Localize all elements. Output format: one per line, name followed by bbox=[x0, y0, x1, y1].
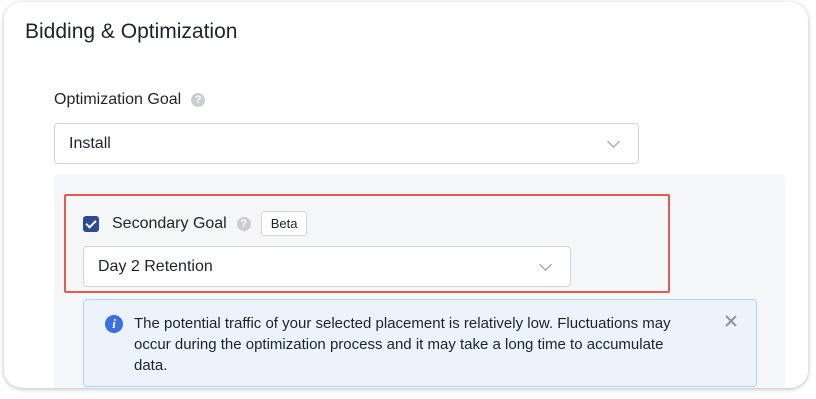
secondary-goal-checkbox[interactable] bbox=[83, 215, 99, 232]
low-traffic-alert: i The potential traffic of your selected… bbox=[83, 299, 757, 387]
secondary-goal-value: Day 2 Retention bbox=[98, 257, 213, 275]
checkmark-icon bbox=[85, 216, 97, 229]
secondary-goal-label: Secondary Goal bbox=[112, 214, 227, 232]
close-icon[interactable] bbox=[724, 314, 738, 328]
optimization-goal-label-text: Optimization Goal bbox=[54, 91, 182, 108]
bidding-optimization-card: Bidding & Optimization Optimization Goal… bbox=[4, 2, 808, 388]
chevron-down-icon bbox=[607, 134, 620, 148]
info-icon: i bbox=[105, 315, 123, 333]
secondary-goal-select[interactable]: Day 2 Retention bbox=[83, 246, 571, 287]
optimization-goal-label: Optimization Goal ? bbox=[54, 91, 206, 109]
chevron-down-icon bbox=[539, 257, 552, 271]
section-title: Bidding & Optimization bbox=[25, 20, 238, 43]
alert-message: The potential traffic of your selected p… bbox=[134, 315, 671, 374]
optimization-goal-select[interactable]: Install bbox=[54, 123, 639, 164]
beta-badge: Beta bbox=[260, 211, 308, 236]
question-circle-icon[interactable]: ? bbox=[236, 216, 251, 231]
secondary-goal-row: Secondary Goal ? Beta bbox=[83, 211, 308, 236]
question-circle-icon[interactable]: ? bbox=[191, 93, 206, 107]
optimization-goal-value: Install bbox=[69, 134, 111, 152]
